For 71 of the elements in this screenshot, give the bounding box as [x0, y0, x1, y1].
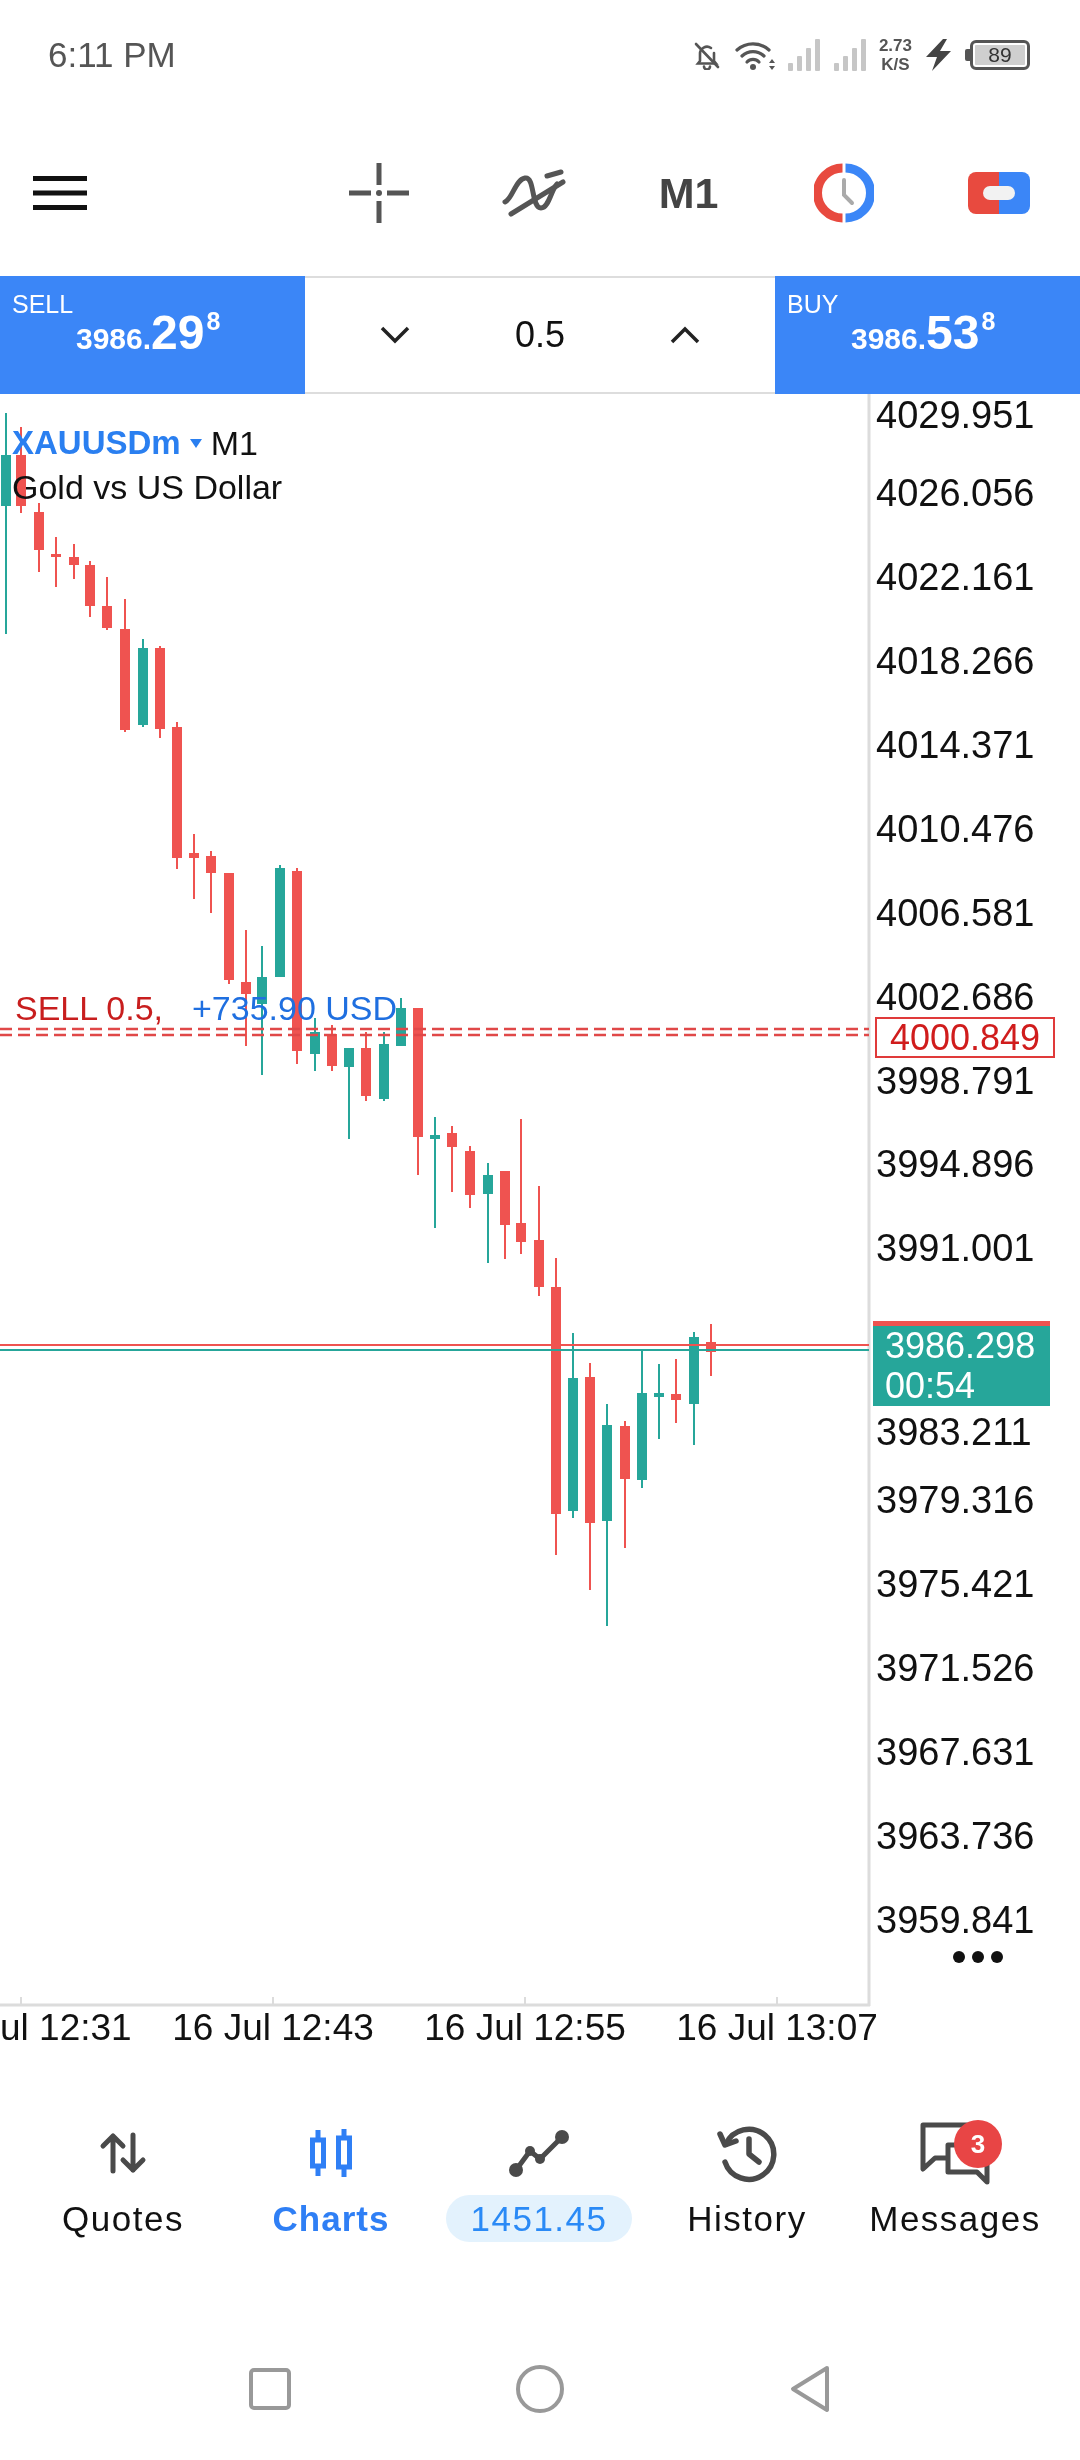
candlestick — [85, 561, 95, 617]
data-rate: 2.73 — [878, 36, 912, 55]
candlestick — [465, 1146, 475, 1208]
candlestick — [379, 1032, 389, 1101]
menu-icon[interactable] — [33, 176, 87, 210]
crosshair-icon[interactable] — [348, 163, 409, 223]
time-label: ul 12:31 — [0, 2007, 132, 2049]
nav-tab[interactable]: History — [687, 2122, 807, 2239]
line-chart-icon — [508, 2128, 570, 2178]
time-label: 16 Jul 13:07 — [676, 2007, 878, 2049]
current-price: 3986.298 — [885, 1326, 1036, 1366]
price-label: 3991.001 — [876, 1229, 1035, 1268]
nav-tab[interactable]: Quotes — [62, 2122, 184, 2239]
wifi-icon — [733, 39, 775, 71]
status-time: 6:11 PM — [48, 35, 176, 75]
nav-tab[interactable]: Charts — [272, 2122, 390, 2239]
price-label: 4018.266 — [876, 641, 1035, 680]
price-label: 3971.526 — [876, 1649, 1035, 1688]
curve-icon[interactable] — [500, 168, 567, 218]
notification-badge: 3 — [954, 2120, 1002, 2168]
chart-timeframe: M1 — [210, 424, 258, 462]
signal-icon — [786, 39, 821, 71]
candlestick — [327, 1025, 337, 1071]
more-icon[interactable] — [953, 1951, 1003, 1963]
order-price-tag: 4000.849 — [875, 1017, 1055, 1058]
arrows-icon — [99, 2132, 147, 2174]
price-label: 3975.421 — [876, 1565, 1035, 1604]
chevron-up-icon[interactable] — [670, 326, 700, 344]
candlestick — [69, 544, 79, 579]
candlestick — [671, 1359, 681, 1423]
candlestick — [396, 998, 406, 1046]
price-label: 4002.686 — [876, 977, 1035, 1016]
battery-indicator: 89 — [965, 40, 1030, 70]
time-label: 16 Jul 12:55 — [424, 2007, 626, 2049]
price-label: 3983.211 — [876, 1413, 1032, 1451]
price-label: 4006.581 — [876, 893, 1035, 932]
price-label: 3998.791 — [876, 1061, 1035, 1100]
back-icon[interactable] — [789, 2365, 831, 2413]
price-label: 3963.736 — [876, 1817, 1035, 1856]
price-label: 3967.631 — [876, 1733, 1035, 1772]
price-label: 4026.056 — [876, 473, 1035, 512]
timeframe-button[interactable]: M1 — [658, 169, 719, 217]
candlestick — [310, 1018, 320, 1071]
toggle-icon[interactable] — [967, 172, 1030, 214]
candlestick — [102, 577, 112, 630]
lightning-bolt-icon — [924, 39, 953, 71]
price-label: 3959.841 — [876, 1901, 1035, 1939]
price-label: 4014.371 — [876, 725, 1035, 764]
caret-icon[interactable] — [189, 438, 202, 448]
candlestick — [361, 1032, 371, 1101]
data-rate-unit: K/S — [881, 55, 910, 74]
candlestick — [34, 503, 44, 572]
volume-field[interactable]: 0.5 — [514, 315, 565, 355]
signal-icon — [832, 39, 867, 71]
time-label: 16 Jul 12:43 — [172, 2007, 374, 2049]
bar-countdown: 00:54 — [885, 1366, 976, 1406]
recent-apps-icon[interactable] — [249, 2368, 291, 2410]
order-label: SELL 0.5, — [15, 992, 164, 1024]
candlestick — [447, 1126, 457, 1192]
price-label: 4029.951 — [876, 396, 1035, 434]
clock-icon[interactable] — [813, 163, 874, 223]
price-label: 4022.161 — [876, 557, 1035, 596]
price-label: 3979.316 — [876, 1481, 1035, 1520]
candlestick — [51, 537, 61, 587]
home-icon[interactable] — [516, 2365, 564, 2413]
candlestick — [189, 834, 199, 899]
price-label: 4010.476 — [876, 809, 1035, 848]
price-label: 3994.896 — [876, 1145, 1035, 1184]
nav-tab[interactable]: 3 Messages — [869, 2122, 1041, 2239]
chevron-down-icon[interactable] — [380, 326, 410, 344]
candlestick — [206, 851, 216, 913]
